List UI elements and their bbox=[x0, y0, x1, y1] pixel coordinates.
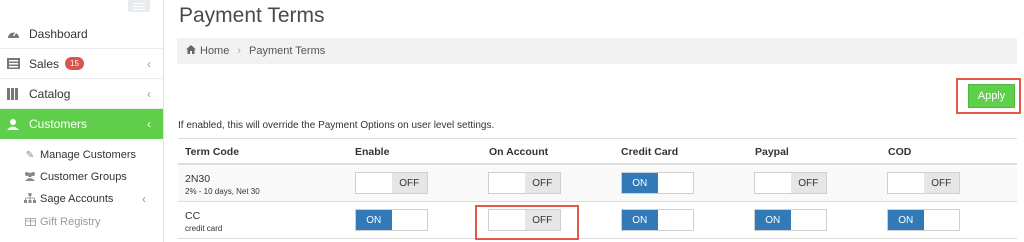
sidebar-subitem-sage-accounts[interactable]: Sage Accounts ‹ bbox=[24, 188, 160, 210]
sales-icon bbox=[6, 57, 20, 71]
sidebar-subitem-label: Gift Registry bbox=[40, 216, 101, 228]
sidebar-item-sales[interactable]: Sales 15 ‹ bbox=[0, 49, 163, 79]
term-code: 2N30 bbox=[185, 173, 211, 185]
term-description: 2% - 10 days, Net 30 bbox=[185, 187, 260, 196]
on-account-highlight-box bbox=[475, 205, 579, 240]
sales-count-badge: 15 bbox=[65, 57, 84, 70]
enable-toggle[interactable]: OFF bbox=[355, 172, 428, 194]
paypal-toggle[interactable]: OFF bbox=[754, 172, 827, 194]
term-code: CC bbox=[185, 210, 201, 222]
table-row: CC credit card ON OFF ON ON ON bbox=[178, 203, 1017, 239]
sidebar: Dashboard Sales 15 ‹ Catalog ‹ Customers… bbox=[0, 0, 164, 242]
table-header-row: Term Code Enable On Account Credit Card … bbox=[178, 138, 1017, 165]
column-header-cod: COD bbox=[888, 146, 912, 158]
chevron-right-icon: › bbox=[237, 45, 242, 57]
sitemap-icon bbox=[24, 192, 36, 206]
edit-icon: ✎ bbox=[25, 149, 35, 161]
column-header-enable: Enable bbox=[355, 146, 390, 158]
dashboard-icon bbox=[6, 27, 20, 41]
breadcrumb-home-link[interactable]: Home bbox=[200, 45, 229, 57]
paypal-toggle[interactable]: ON bbox=[754, 209, 827, 231]
sidebar-subitem-label: Sage Accounts bbox=[40, 193, 114, 205]
sidebar-item-label: Catalog bbox=[29, 86, 71, 101]
sidebar-subitem-manage-customers[interactable]: ✎ Manage Customers bbox=[24, 144, 136, 166]
chevron-down-icon: ‹ bbox=[147, 117, 151, 131]
credit-card-toggle[interactable]: ON bbox=[621, 209, 694, 231]
catalog-icon bbox=[6, 87, 20, 101]
term-description: credit card bbox=[185, 224, 223, 233]
sidebar-item-label: Customers bbox=[29, 117, 88, 131]
gift-icon bbox=[24, 215, 36, 229]
home-icon bbox=[186, 45, 196, 57]
customers-icon bbox=[6, 117, 20, 131]
sidebar-subitem-gift-registry[interactable]: Gift Registry bbox=[24, 211, 101, 233]
sidebar-item-customers[interactable]: Customers ‹ bbox=[0, 109, 163, 139]
sidebar-subitem-label: Manage Customers bbox=[40, 149, 136, 161]
sidebar-item-label: Sales bbox=[29, 56, 60, 71]
cod-toggle[interactable]: ON bbox=[887, 209, 960, 231]
breadcrumb-current: Payment Terms bbox=[249, 45, 326, 57]
chevron-left-icon: ‹ bbox=[147, 56, 151, 71]
cod-toggle[interactable]: OFF bbox=[887, 172, 960, 194]
credit-card-toggle[interactable]: ON bbox=[621, 172, 694, 194]
sidebar-toggle-button[interactable] bbox=[128, 0, 150, 12]
sidebar-subitem-customer-groups[interactable]: Customer Groups bbox=[24, 166, 127, 188]
table-row: 2N30 2% - 10 days, Net 30 OFF OFF ON OFF… bbox=[178, 166, 1017, 202]
users-icon bbox=[24, 171, 36, 184]
enable-toggle[interactable]: ON bbox=[355, 209, 428, 231]
sidebar-item-label: Dashboard bbox=[29, 26, 88, 41]
column-header-on-account: On Account bbox=[489, 146, 549, 158]
on-account-toggle[interactable]: OFF bbox=[488, 172, 561, 194]
sidebar-item-dashboard[interactable]: Dashboard bbox=[0, 19, 163, 49]
sidebar-subitem-label: Customer Groups bbox=[40, 171, 127, 183]
sidebar-item-catalog[interactable]: Catalog ‹ bbox=[0, 79, 163, 109]
column-header-credit-card: Credit Card bbox=[621, 146, 679, 158]
apply-highlight-box: Apply bbox=[956, 78, 1021, 114]
chevron-left-icon: ‹ bbox=[142, 192, 146, 206]
breadcrumb: Home › Payment Terms bbox=[177, 38, 1017, 64]
column-header-term-code: Term Code bbox=[185, 146, 240, 158]
apply-button[interactable]: Apply bbox=[968, 84, 1015, 108]
chevron-left-icon: ‹ bbox=[147, 86, 151, 101]
override-note: If enabled, this will override the Payme… bbox=[178, 120, 495, 131]
page-title: Payment Terms bbox=[179, 4, 325, 27]
column-header-paypal: Paypal bbox=[755, 146, 789, 158]
